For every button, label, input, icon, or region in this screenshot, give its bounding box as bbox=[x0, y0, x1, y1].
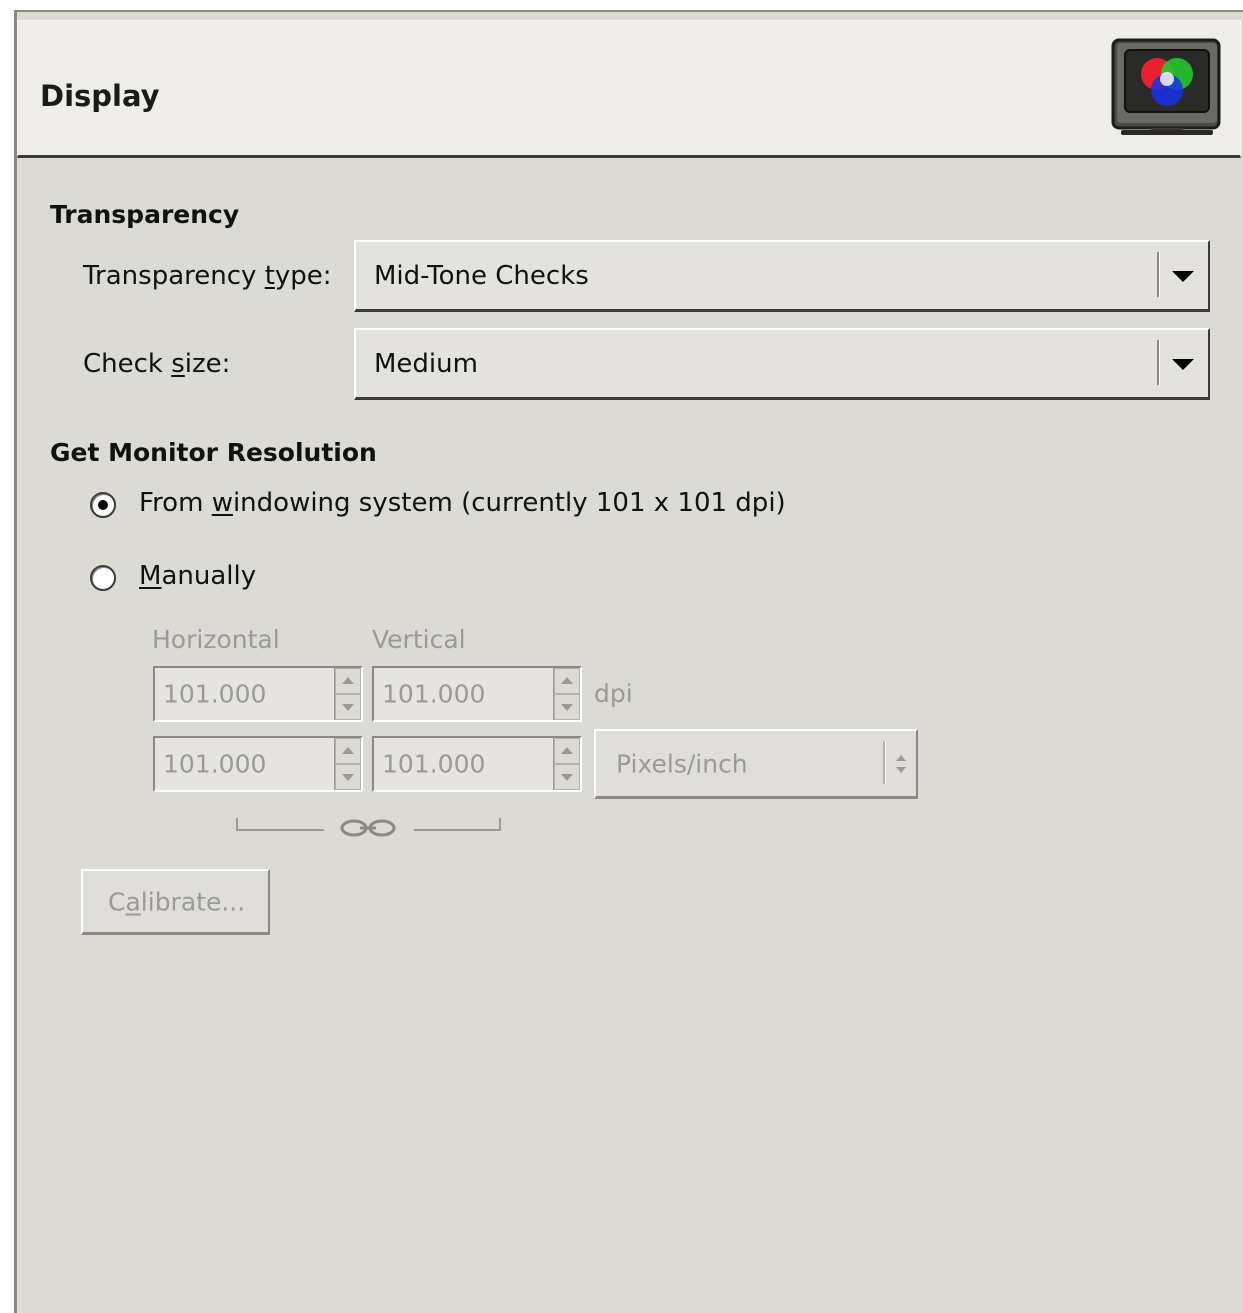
unit-menu-separator bbox=[883, 741, 886, 784]
unit-menu-value: Pixels/inch bbox=[616, 749, 748, 778]
calibrate-mnemonic: a bbox=[125, 887, 141, 916]
spin-up-button[interactable] bbox=[554, 738, 580, 764]
arrow-up-icon bbox=[342, 747, 354, 754]
from-windowing-text-rest: indowing system (currently 101 x 101 dpi… bbox=[232, 488, 786, 518]
check-size-mnemonic: s bbox=[171, 349, 185, 379]
arrow-up-icon bbox=[561, 747, 573, 754]
chevron-down-icon bbox=[1172, 358, 1194, 370]
arrow-up-icon bbox=[342, 677, 354, 684]
transparency-type-label-text: Transparency bbox=[83, 261, 265, 291]
spin-down-button[interactable] bbox=[335, 694, 361, 720]
arrow-down-icon bbox=[342, 704, 354, 711]
calibrate-text: C bbox=[108, 887, 126, 916]
unit-menu[interactable]: Pixels/inch bbox=[594, 729, 918, 799]
spin-up-button[interactable] bbox=[554, 668, 580, 694]
dpi-horizontal-value: 101.000 bbox=[163, 679, 267, 709]
combo-separator bbox=[1157, 252, 1160, 297]
check-size-label-text: Check bbox=[83, 349, 172, 379]
resolution-horizontal-spinbutton[interactable]: 101.000 bbox=[153, 736, 363, 792]
page-title: Display bbox=[40, 79, 160, 113]
combo-separator bbox=[1157, 340, 1160, 385]
transparency-type-label-rest: ype: bbox=[274, 261, 332, 291]
preferences-page-frame: Display Transparency Transparency type: … bbox=[0, 0, 1243, 1313]
vertical-label: Vertical bbox=[372, 625, 466, 654]
manually-mnemonic: M bbox=[139, 561, 162, 591]
from-windowing-system-radio[interactable] bbox=[90, 492, 116, 518]
dpi-vertical-value: 101.000 bbox=[382, 679, 486, 709]
dpi-unit-label: dpi bbox=[594, 679, 633, 708]
manually-label[interactable]: Manually bbox=[139, 561, 256, 591]
check-size-value: Medium bbox=[374, 348, 478, 379]
check-size-label-rest: ize: bbox=[184, 349, 231, 379]
monitor-color-icon bbox=[1111, 38, 1223, 138]
arrow-up-icon bbox=[561, 677, 573, 684]
manually-label-rest: anually bbox=[161, 561, 257, 591]
from-windowing-mnemonic: w bbox=[211, 488, 233, 518]
chain-link-button[interactable] bbox=[232, 812, 506, 842]
chain-link-icon bbox=[236, 818, 501, 837]
spin-down-button[interactable] bbox=[554, 694, 580, 720]
dpi-horizontal-spinbutton[interactable]: 101.000 bbox=[153, 666, 363, 722]
monitor-resolution-section-title: Get Monitor Resolution bbox=[50, 438, 377, 467]
dpi-vertical-spinbutton[interactable]: 101.000 bbox=[372, 666, 582, 722]
transparency-type-mnemonic: t bbox=[264, 261, 275, 291]
calibrate-button-label: Calibrate... bbox=[108, 887, 245, 916]
resolution-vertical-spinbutton[interactable]: 101.000 bbox=[372, 736, 582, 792]
transparency-section-title: Transparency bbox=[50, 200, 240, 229]
spin-buttons bbox=[334, 668, 361, 720]
spin-up-button[interactable] bbox=[335, 738, 361, 764]
chevron-down-icon bbox=[1172, 270, 1194, 282]
resolution-vertical-value: 101.000 bbox=[382, 749, 486, 779]
spin-buttons bbox=[334, 738, 361, 790]
transparency-type-combo[interactable]: Mid-Tone Checks bbox=[354, 240, 1210, 312]
arrow-up-icon bbox=[896, 755, 906, 761]
arrow-down-icon bbox=[896, 767, 906, 773]
calibrate-text-rest: librate... bbox=[140, 887, 246, 916]
transparency-type-value: Mid-Tone Checks bbox=[374, 260, 589, 291]
calibrate-button[interactable]: Calibrate... bbox=[81, 869, 270, 935]
page-header: Display bbox=[17, 20, 1241, 158]
spin-up-button[interactable] bbox=[335, 668, 361, 694]
arrow-down-icon bbox=[342, 774, 354, 781]
spin-down-button[interactable] bbox=[554, 764, 580, 790]
spin-buttons bbox=[553, 668, 580, 720]
radio-selected-dot bbox=[98, 500, 108, 510]
resolution-horizontal-value: 101.000 bbox=[163, 749, 267, 779]
check-size-label: Check size: bbox=[83, 349, 230, 379]
check-size-combo[interactable]: Medium bbox=[354, 328, 1210, 400]
arrow-down-icon bbox=[561, 704, 573, 711]
from-windowing-system-label[interactable]: From windowing system (currently 101 x 1… bbox=[139, 488, 786, 518]
spin-buttons bbox=[553, 738, 580, 790]
arrow-down-icon bbox=[561, 774, 573, 781]
from-windowing-text: From bbox=[139, 488, 212, 518]
horizontal-label: Horizontal bbox=[152, 625, 280, 654]
transparency-type-label: Transparency type: bbox=[83, 261, 332, 291]
manually-radio[interactable] bbox=[90, 565, 116, 591]
spin-down-button[interactable] bbox=[335, 764, 361, 790]
